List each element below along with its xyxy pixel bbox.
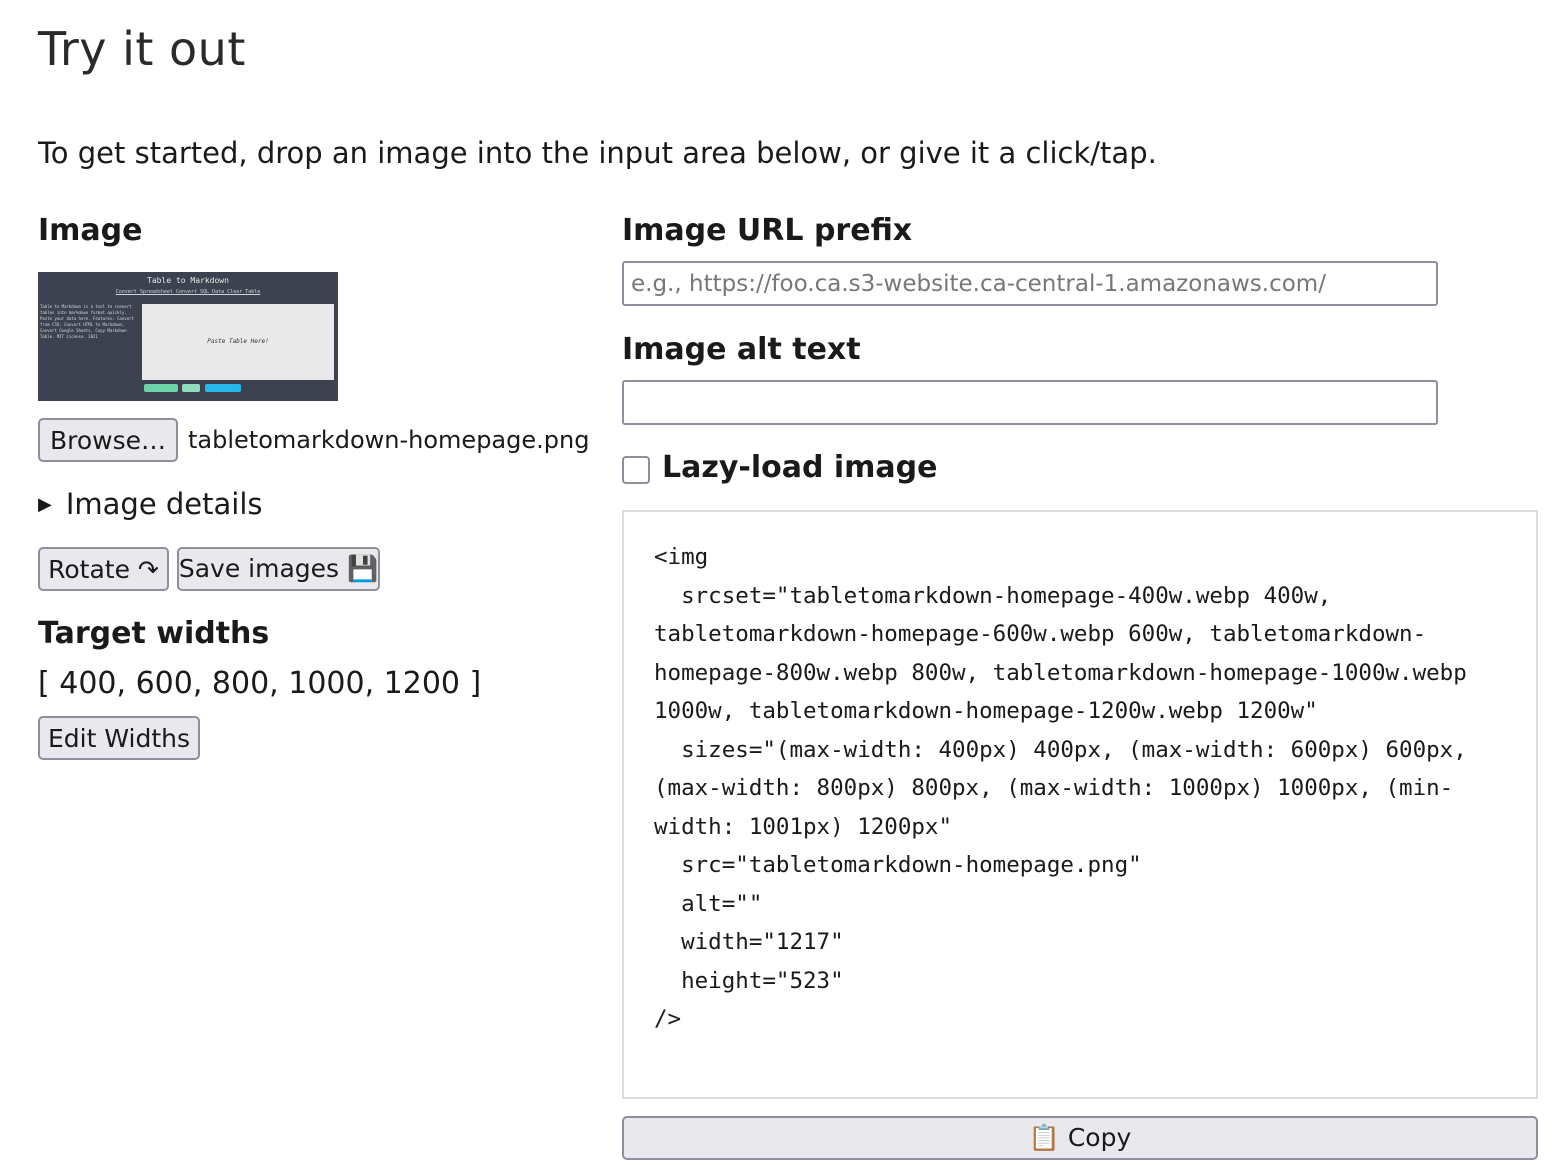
preview-paste-area: Paste Table Here! bbox=[142, 304, 334, 380]
image-details-toggle[interactable]: ▶ Image details bbox=[38, 487, 263, 521]
alt-text-input[interactable] bbox=[622, 380, 1438, 425]
copy-button[interactable]: 📋 Copy bbox=[622, 1116, 1538, 1160]
image-details-label: Image details bbox=[65, 487, 263, 521]
preview-button-2 bbox=[182, 384, 200, 392]
alt-text-label: Image alt text bbox=[622, 332, 861, 367]
output-code: <img srcset="tabletomarkdown-homepage-40… bbox=[654, 544, 1467, 1032]
triangle-right-icon: ▶ bbox=[38, 493, 52, 515]
selected-filename: tabletomarkdown-homepage.png bbox=[188, 426, 590, 454]
url-prefix-label: Image URL prefix bbox=[622, 213, 913, 248]
image-preview[interactable]: Table to Markdown Convert Spreadsheet Co… bbox=[38, 272, 338, 401]
lazy-load-label[interactable]: Lazy-load image bbox=[662, 450, 938, 485]
url-prefix-input[interactable] bbox=[622, 261, 1438, 306]
rotate-button[interactable]: Rotate ↷ bbox=[38, 547, 169, 591]
image-label: Image bbox=[38, 213, 143, 248]
preview-button-3 bbox=[205, 384, 241, 392]
preview-title: Table to Markdown bbox=[147, 276, 229, 285]
target-widths-value: [ 400, 600, 800, 1000, 1200 ] bbox=[38, 666, 482, 701]
browse-button[interactable]: Browse… bbox=[38, 418, 178, 462]
target-widths-label: Target widths bbox=[38, 616, 270, 651]
preview-header: Table to Markdown Convert Spreadsheet Co… bbox=[38, 272, 338, 302]
preview-button-1 bbox=[144, 384, 178, 392]
save-images-button[interactable]: Save images 💾 bbox=[177, 547, 380, 591]
output-code-box: <img srcset="tabletomarkdown-homepage-40… bbox=[622, 510, 1538, 1099]
lazy-load-checkbox[interactable] bbox=[622, 456, 650, 484]
edit-widths-button[interactable]: Edit Widths bbox=[38, 716, 200, 760]
page-title: Try it out bbox=[38, 22, 246, 76]
intro-text: To get started, drop an image into the i… bbox=[38, 136, 1157, 170]
preview-nav-links: Convert Spreadsheet Convert SQL Data Cle… bbox=[115, 289, 261, 295]
preview-sidebar-text: Table to Markdown is a tool to convert t… bbox=[40, 304, 134, 339]
